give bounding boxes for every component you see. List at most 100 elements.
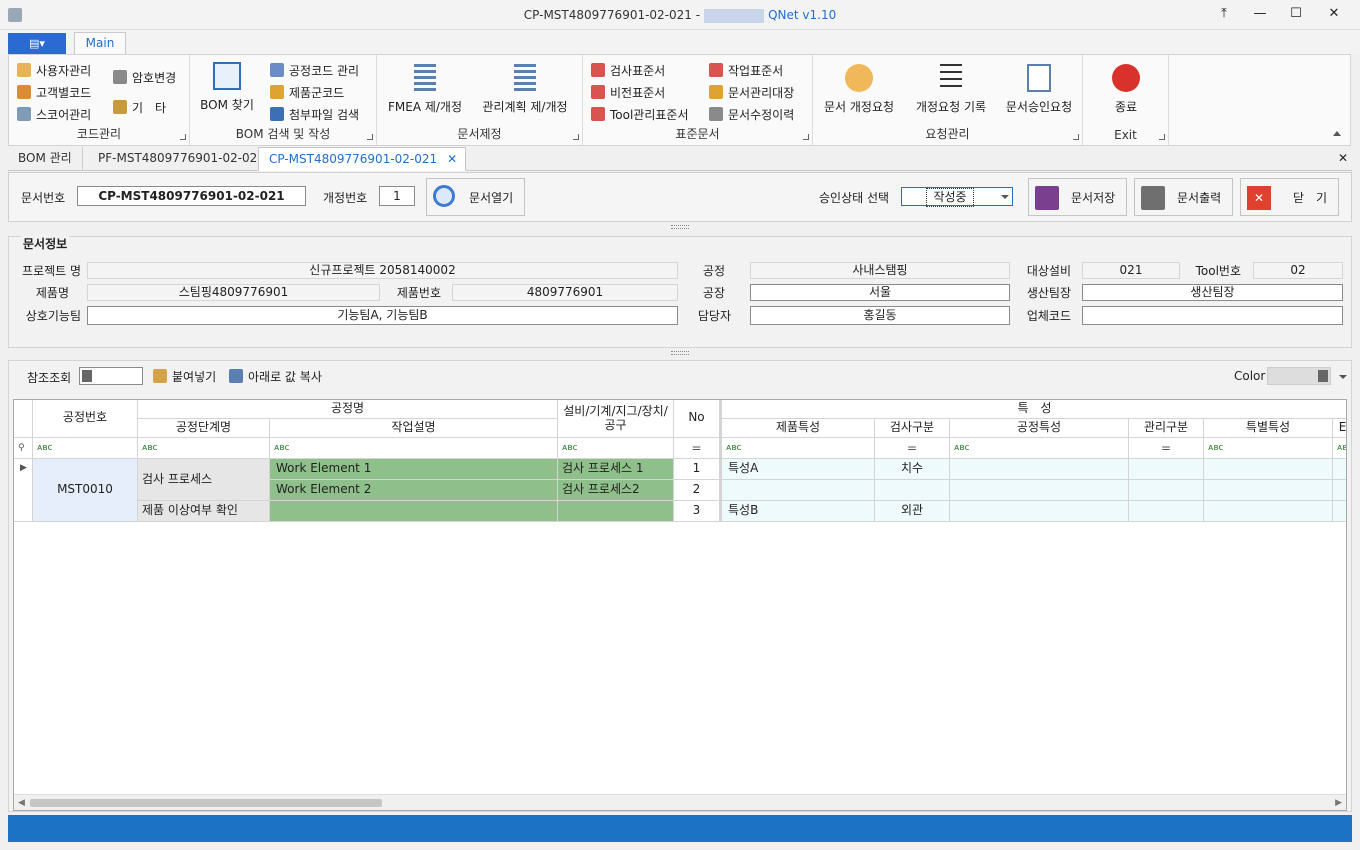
restore-icon[interactable]: ⤒ <box>1214 6 1234 24</box>
control-plan-button[interactable]: 관리계획 제/개정 <box>477 64 573 115</box>
paste-button[interactable]: 붙여넣기 <box>153 368 216 385</box>
revision-request-button[interactable]: 문서 개정요청 <box>817 64 901 115</box>
user-mgmt-button[interactable]: 사용자관리 <box>17 62 91 79</box>
work-std-button[interactable]: 작업표준서 <box>709 62 783 79</box>
approval-request-button[interactable]: 문서승인요청 <box>999 64 1079 115</box>
col-insp-type[interactable]: 검사구분 <box>875 419 950 438</box>
table-cell[interactable] <box>1204 459 1333 480</box>
table-cell[interactable]: 1 <box>674 459 720 480</box>
table-cell[interactable] <box>558 501 674 522</box>
team-field[interactable]: 생산팀장 <box>1082 284 1343 301</box>
col-proc-char[interactable]: 공정특성 <box>950 419 1129 438</box>
filter-stage[interactable]: ᴀʙc <box>138 438 270 459</box>
ref-lookup-input[interactable] <box>79 367 143 385</box>
process-code-button[interactable]: 공정코드 관리 <box>270 62 359 79</box>
table-cell[interactable] <box>950 501 1129 522</box>
attachment-search-button[interactable]: 첨부파일 검색 <box>270 106 359 123</box>
table-cell[interactable] <box>1204 480 1333 501</box>
inspection-std-button[interactable]: 검사표준서 <box>591 62 665 79</box>
doc-history-button[interactable]: 문서수정이력 <box>709 106 794 123</box>
table-cell[interactable] <box>1129 501 1204 522</box>
scroll-right-icon[interactable]: ▶ <box>1335 798 1342 808</box>
color-picker[interactable] <box>1267 367 1331 385</box>
table-cell[interactable] <box>875 480 950 501</box>
col-proc-no[interactable]: 공정번호 <box>33 400 138 438</box>
fmea-button[interactable]: FMEA 제/개정 <box>383 64 467 115</box>
filter-proc-char[interactable]: ᴀʙc <box>950 438 1129 459</box>
col-special-char[interactable]: 특별특성 <box>1204 419 1333 438</box>
vision-std-button[interactable]: 비전표준서 <box>591 84 665 101</box>
etc-button[interactable]: 기 타 <box>113 99 166 116</box>
filter-product-char[interactable]: ᴀʙc <box>720 438 875 459</box>
plant-field[interactable]: 서울 <box>750 284 1010 301</box>
tab-pf[interactable]: PF-MST4809776901-02-021 <box>88 147 276 171</box>
col-work-desc[interactable]: 작업설명 <box>270 419 558 438</box>
bom-find-button[interactable]: BOM 찾기 <box>198 62 256 113</box>
app-menu-button[interactable]: ▤▾ <box>8 33 66 54</box>
table-cell[interactable] <box>1333 501 1346 522</box>
col-no[interactable]: No <box>674 400 720 438</box>
table-cell[interactable] <box>1333 459 1346 480</box>
tool-std-button[interactable]: Tool관리표준서 <box>591 106 689 123</box>
scroll-left-icon[interactable]: ◀ <box>18 798 25 808</box>
filter-proc-no[interactable]: ᴀʙc <box>33 438 138 459</box>
table-cell[interactable] <box>1129 459 1204 480</box>
change-password-button[interactable]: 암호변경 <box>113 69 176 86</box>
table-cell[interactable]: 치수 <box>875 459 950 480</box>
vendor-field[interactable] <box>1082 306 1343 325</box>
close-all-tabs-icon[interactable]: ✕ <box>1338 151 1348 165</box>
approval-select[interactable]: 작성중 <box>901 187 1013 207</box>
expand-icon[interactable] <box>180 134 186 140</box>
col-characteristics[interactable]: 특 성 <box>720 400 1346 419</box>
table-cell[interactable] <box>720 480 875 501</box>
row-indicator-icon[interactable]: ▶ <box>14 459 33 522</box>
open-doc-button[interactable]: 문서열기 <box>426 178 525 216</box>
collapse-ribbon-icon[interactable] <box>1333 131 1341 136</box>
col-mgmt-type[interactable]: 관리구분 <box>1129 419 1204 438</box>
exit-button[interactable]: 종료 <box>1101 64 1151 115</box>
owner-field[interactable]: 홍길동 <box>750 306 1010 325</box>
revision-log-button[interactable]: 개정요청 기록 <box>909 64 993 115</box>
table-cell[interactable]: 외관 <box>875 501 950 522</box>
filter-e[interactable]: ᴀʙc <box>1333 438 1346 459</box>
minimize-button[interactable]: — <box>1250 6 1270 24</box>
table-cell[interactable] <box>950 480 1129 501</box>
filter-icon[interactable]: ⚲ <box>14 438 33 459</box>
table-cell[interactable]: 2 <box>674 480 720 501</box>
table-cell[interactable]: 특성A <box>720 459 875 480</box>
filter-special-char[interactable]: ᴀʙc <box>1204 438 1333 459</box>
table-cell[interactable]: 특성B <box>720 501 875 522</box>
col-stage[interactable]: 공정단계명 <box>138 419 270 438</box>
func-team-field[interactable]: 기능팀A, 기능팀B <box>87 306 678 325</box>
table-cell[interactable] <box>950 459 1129 480</box>
filter-equip[interactable]: ᴀʙc <box>558 438 674 459</box>
expand-icon[interactable] <box>803 134 809 140</box>
expand-icon[interactable] <box>1159 134 1165 140</box>
score-mgmt-button[interactable]: 스코어관리 <box>17 106 91 123</box>
tab-cp[interactable]: CP-MST4809776901-02-021 ✕ <box>258 147 467 171</box>
filter-insp-type[interactable]: = <box>875 438 950 459</box>
print-doc-button[interactable]: 문서출력 <box>1134 178 1233 216</box>
col-proc-name[interactable]: 공정명 <box>138 400 558 419</box>
customer-code-button[interactable]: 고객별코드 <box>17 84 91 101</box>
scroll-thumb[interactable] <box>30 799 382 807</box>
table-cell[interactable] <box>270 501 558 522</box>
table-cell[interactable] <box>1204 501 1333 522</box>
splitter-handle[interactable] <box>671 225 689 229</box>
filter-no[interactable]: = <box>674 438 720 459</box>
tab-close-icon[interactable]: ✕ <box>447 148 457 170</box>
splitter-handle[interactable] <box>671 351 689 355</box>
table-cell[interactable]: 3 <box>674 501 720 522</box>
close-doc-button[interactable]: ✕ 닫 기 <box>1240 178 1339 216</box>
table-cell[interactable]: MST0010 <box>33 459 138 522</box>
filter-work-desc[interactable]: ᴀʙc <box>270 438 558 459</box>
col-equip[interactable]: 설비/기계/지그/장치/공구 <box>558 400 674 438</box>
col-e[interactable]: E <box>1333 419 1346 438</box>
product-group-button[interactable]: 제품군코드 <box>270 84 344 101</box>
tab-main[interactable]: Main <box>74 32 126 55</box>
expand-icon[interactable] <box>573 134 579 140</box>
close-window-button[interactable]: ✕ <box>1324 6 1344 24</box>
expand-icon[interactable] <box>367 134 373 140</box>
save-doc-button[interactable]: 문서저장 <box>1028 178 1127 216</box>
table-cell[interactable] <box>1129 480 1204 501</box>
